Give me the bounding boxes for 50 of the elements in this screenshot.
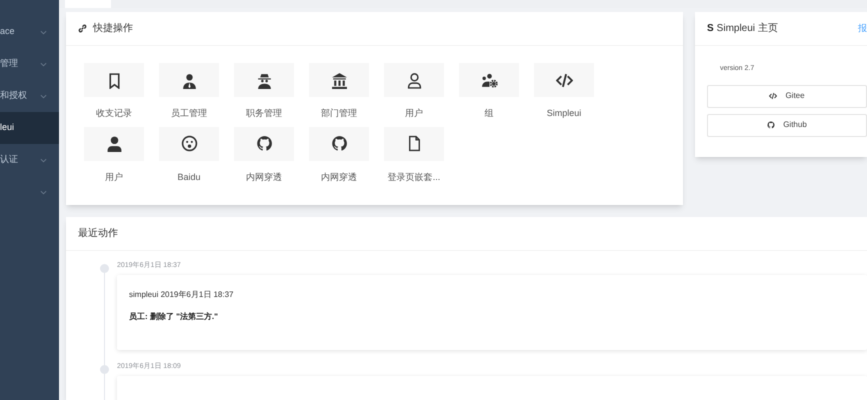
link-button[interactable]: Gitee [707,84,867,108]
shortcut-label: Baidu [177,170,201,184]
code-icon [556,72,572,88]
code-icon [769,92,778,100]
shortcut-label: 内网穿透 [321,170,357,184]
shortcut-label: 用户 [405,107,423,120]
github-icon [256,135,272,152]
person-icon [106,135,122,152]
shortcut-tile[interactable] [384,63,444,97]
shortcut-tile[interactable] [309,63,369,97]
link-icon [78,24,87,33]
shortcut-label: 部门管理 [321,107,357,120]
activity-text: 员工: 删除了 "法第三方." [129,311,219,323]
shortcut-tile[interactable] [159,126,219,160]
bank-icon [330,72,348,88]
card-title: 最近动作 [78,226,118,241]
shortcut-tile[interactable] [84,126,144,160]
github-icon [330,135,348,152]
shortcut-label: 用户 [105,170,123,184]
sidebar-item[interactable]: 管理 [0,48,59,80]
shortcut-label: 职务管理 [246,107,282,120]
shortcut-label: 收支记录 [96,107,132,120]
shortcut-tile[interactable] [459,63,519,97]
shortcut-label: 员工管理 [171,107,207,120]
sidebar-item[interactable]: 认证 [0,144,59,176]
spy-icon [256,72,272,88]
surprised-face-icon [180,135,198,152]
logo: S [707,22,714,36]
shortcut-tile[interactable] [84,63,144,97]
shortcut-tile[interactable] [234,63,294,97]
link-button[interactable]: Github [707,114,867,136]
github-icon [767,121,776,129]
shortcut-tile[interactable] [159,63,219,97]
person-icon [180,72,198,88]
shortcut-tile[interactable] [534,63,594,97]
card-title: Simpleui 主页 [716,22,778,36]
person-icon [406,72,422,88]
users-gear-icon [480,72,498,88]
sidebar-item[interactable]: ace [0,16,59,48]
sidebar-item[interactable]: leui [0,112,59,144]
sidebar-item[interactable]: 和授权 [0,80,59,112]
card-title: 快捷操作 [93,22,133,36]
shortcut-tile[interactable] [309,126,369,160]
activity-header: simpleui 2019年6月1日 18:37 [129,289,235,301]
shortcut-tile[interactable] [384,126,444,160]
shortcut-label: Simpleui [546,107,582,120]
shortcut-label: 组 [484,107,494,120]
shortcut-label: 内网穿透 [246,170,282,184]
shortcut-tile[interactable] [234,126,294,160]
shortcut-label: 登录页嵌套... [388,170,440,184]
